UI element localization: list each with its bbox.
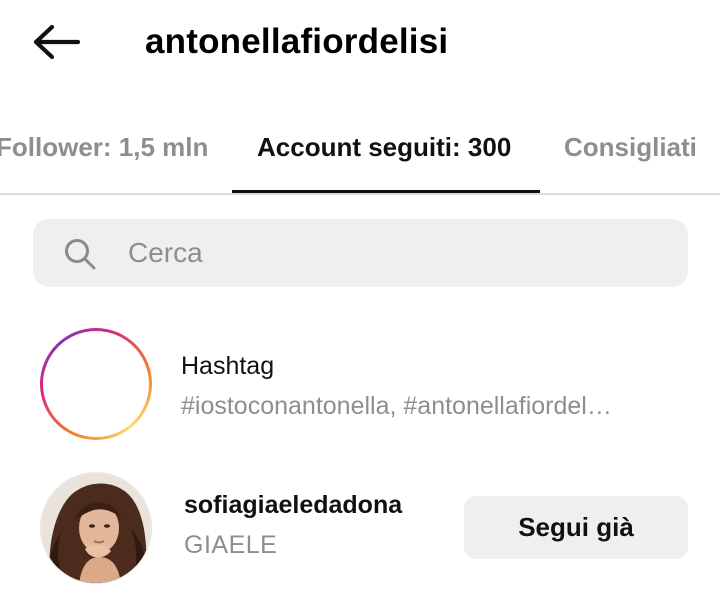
arrow-left-icon [33,25,80,59]
active-tab-indicator [232,190,540,193]
hashtag-row-subtitle: #iostoconantonella, #antonellafiordel… [181,392,612,420]
account-display-name: GIAELE [184,531,278,559]
top-bar: antonellafiordelisi [0,0,720,88]
hashtag-icon [68,351,124,417]
tab-bar: Follower: 1,5 mln Account seguiti: 300 C… [0,118,720,195]
search-bar[interactable] [33,219,688,287]
profile-username-title: antonellafiordelisi [145,22,449,61]
back-button[interactable] [26,18,86,66]
search-input[interactable] [128,219,668,287]
following-button[interactable]: Segui già [464,496,688,559]
tab-suggested[interactable]: Consigliati [564,130,697,164]
hashtag-avatar [40,328,152,440]
hashtag-row[interactable]: Hashtag #iostoconantonella, #antonellafi… [0,326,720,442]
search-icon [65,239,96,270]
tab-followers[interactable]: Follower: 1,5 mln [0,130,208,164]
hashtag-row-title: Hashtag [181,352,275,380]
tab-following[interactable]: Account seguiti: 300 [257,130,511,164]
profile-photo [41,473,151,583]
account-username: sofiagiaeledadona [184,491,403,519]
account-row[interactable]: sofiagiaeledadona GIAELE Segui già [0,470,720,586]
avatar[interactable] [40,472,152,584]
